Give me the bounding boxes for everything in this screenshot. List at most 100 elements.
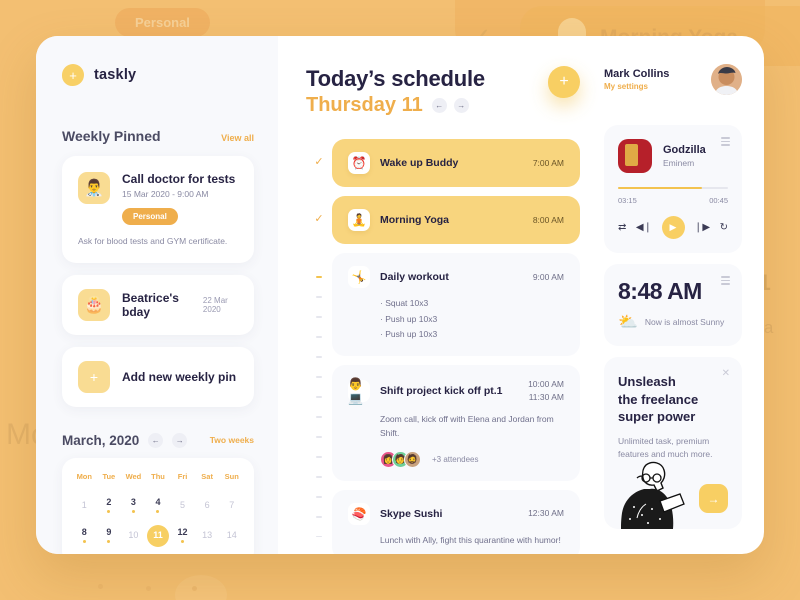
event-title: Shift project kick off pt.1 [380, 384, 503, 397]
arrow-right-icon[interactable]: → [453, 98, 469, 113]
remaining-time: 00:45 [709, 196, 728, 205]
event-description: Lunch with Ally, fight this quarantine w… [380, 534, 561, 545]
calendar-day-number: 12 [177, 527, 188, 538]
shuffle-icon[interactable]: ⇄ [618, 222, 626, 233]
section-title: Weekly Pinned [62, 128, 161, 144]
two-weeks-link[interactable]: Two weeks [210, 435, 254, 445]
arrow-left-icon[interactable]: ← [431, 98, 447, 113]
arrow-right-icon[interactable]: → [699, 484, 728, 513]
event-card[interactable]: 🧘 Morning Yoga 8:00 AM [332, 196, 580, 244]
right-panel: Mark Collins My settings Godzilla Eminem [604, 36, 764, 554]
pinned-birthday-card[interactable]: 🎂 Beatrice's bday 22 Mar 2020 [62, 274, 254, 335]
event-time: 9:00 AM [532, 271, 564, 282]
calendar-day-name: Thu [151, 471, 165, 481]
calendar-title: March, 2020 [62, 432, 140, 448]
event-time: 12:30 AM [528, 508, 564, 519]
weekly-pinned-header: Weekly Pinned View all [62, 128, 254, 144]
laptop-person-emoji: 👨💻 [348, 377, 370, 405]
pin-title: Add new weekly pin [122, 369, 237, 384]
event-body: Lunch with Ally, fight this quarantine w… [348, 533, 564, 547]
pin-note: Ask for blood tests and GYM certificate. [78, 236, 228, 246]
arrow-right-icon[interactable]: → [172, 432, 188, 448]
pin-subtitle: 15 Mar 2020 - 9:00 AM [122, 189, 209, 199]
calendar-day-cell[interactable]: 4 [146, 493, 171, 519]
calendar-day-cell[interactable]: 10 [121, 523, 146, 549]
calendar-day-cell[interactable]: 13 [195, 523, 220, 549]
sushi-emoji: 🍣 [348, 502, 370, 525]
timeline-tick [316, 376, 322, 378]
calendar-day-number: 11 [153, 530, 163, 541]
calendar-day-cell[interactable]: 3 [121, 493, 146, 519]
album-art [618, 139, 652, 173]
timeline-tick [316, 296, 322, 298]
alarm-clock-emoji: ⏰ [348, 152, 370, 174]
timeline-tick [316, 316, 322, 318]
calendar-day-number: 13 [202, 530, 213, 541]
timeline-tick [316, 476, 322, 478]
clock-widget: 8:48 AM ⛅ Now is almost Sunny [604, 264, 742, 346]
pinned-task-card[interactable]: 👨‍⚕️ Call doctor for tests 15 Mar 2020 -… [62, 156, 254, 263]
pin-title: Beatrice's bday [122, 290, 179, 319]
calendar-day-cell[interactable]: 11 [146, 523, 171, 549]
arrow-left-icon[interactable]: ← [148, 432, 164, 448]
add-task-button[interactable]: + [548, 66, 580, 98]
calendar-day-name: Wed [125, 471, 142, 481]
play-icon[interactable]: ▶ [661, 216, 685, 239]
main-content: Today’s schedule Thursday 11 ← → + ✓ ✓ ⏰ W… [278, 36, 604, 554]
menu-icon[interactable] [721, 137, 730, 146]
check-icon[interactable]: ✓ [314, 157, 323, 168]
calendar-grid: Mon Tue Wed Thu Fri Sat Sun 1 2 3 4 5 6 7 8 9 10 11 12 13 14 [72, 472, 244, 549]
man-health-worker-emoji: 👨‍⚕️ [78, 172, 110, 204]
check-icon[interactable]: ✓ [314, 214, 323, 225]
schedule-header: Today’s schedule Thursday 11 ← → + [306, 66, 604, 117]
event-card[interactable]: 🤸 Daily workout 9:00 AM · Squat 10x3 · Push … [332, 253, 580, 357]
selected-day-ring: 11 [146, 524, 169, 547]
calendar-day-cell[interactable]: 2 [97, 493, 122, 519]
pin-title: Call doctor for tests [122, 172, 236, 186]
add-weekly-pin-button[interactable]: + Add new weekly pin [62, 346, 254, 407]
close-icon[interactable]: ✕ [722, 368, 730, 379]
avatar[interactable] [711, 64, 742, 95]
calendar-day-cell[interactable]: 8 [72, 523, 97, 549]
event-time: 7:00 AM [532, 157, 564, 168]
event-card[interactable]: ⏰ Wake up Buddy 7:00 AM [332, 139, 580, 187]
calendar-day-number: 10 [128, 530, 139, 541]
event-dot [181, 540, 185, 544]
event-card[interactable]: 👨💻 Shift project kick off pt.1 10:00 AM 11… [332, 365, 580, 481]
schedule-body: ✓ ✓ ⏰ Wake up Buddy 7:00 AM 🧘 Morning Yoga 8:0… [306, 139, 604, 554]
timeline-tick [316, 356, 322, 358]
brand-logo[interactable]: + taskly [62, 64, 254, 86]
calendar-day-cell[interactable]: 5 [170, 493, 195, 519]
user-name: Mark Collins [604, 68, 670, 80]
music-player-widget: Godzilla Eminem 03:15 00:45 ⇄ ◀❘ ▶ ❘▶ ↻ [604, 125, 742, 253]
timeline-rail: ✓ ✓ [306, 139, 332, 554]
calendar-day-name: Sun [224, 471, 239, 481]
calendar-day-cell[interactable]: 7 [219, 493, 244, 519]
user-profile[interactable]: Mark Collins My settings [604, 64, 742, 95]
calendar-day-cell[interactable]: 12 [170, 523, 195, 549]
calendar-day-cell[interactable]: 1 [72, 493, 97, 519]
my-settings-link[interactable]: My settings [604, 82, 669, 91]
calendar-card: Mon Tue Wed Thu Fri Sat Sun 1 2 3 4 5 6 7 8 9 10 11 12 13 14 [62, 457, 254, 554]
calendar-day-name: Mon [76, 471, 92, 481]
repeat-icon[interactable]: ↻ [720, 222, 728, 233]
event-card[interactable]: 🍣 Skype Sushi 12:30 AM Lunch with Ally, fig… [332, 489, 580, 554]
event-dot [82, 540, 86, 544]
progress-bar[interactable] [618, 187, 728, 189]
previous-track-icon[interactable]: ◀❘ [636, 222, 652, 233]
calendar-day-cell[interactable]: 14 [219, 523, 244, 549]
weather-text: Now is almost Sunny [644, 317, 725, 327]
timeline-tick [316, 396, 322, 398]
timeline-tick [316, 496, 322, 498]
calendar-day-cell[interactable]: 6 [195, 493, 220, 519]
next-track-icon[interactable]: ❘▶ [694, 222, 710, 233]
calendar-day-number: 6 [204, 500, 210, 511]
avatar[interactable]: 🧔 [404, 450, 421, 468]
menu-icon[interactable] [721, 276, 730, 285]
promo-title: Unsleash the freelance super power [618, 374, 699, 425]
calendar-day-number: 8 [81, 527, 87, 538]
app-window: + taskly Weekly Pinned View all 👨‍⚕️ Cal… [36, 36, 764, 554]
view-all-link[interactable]: View all [221, 133, 254, 143]
event-dot [131, 510, 135, 514]
calendar-day-cell[interactable]: 9 [97, 523, 122, 549]
